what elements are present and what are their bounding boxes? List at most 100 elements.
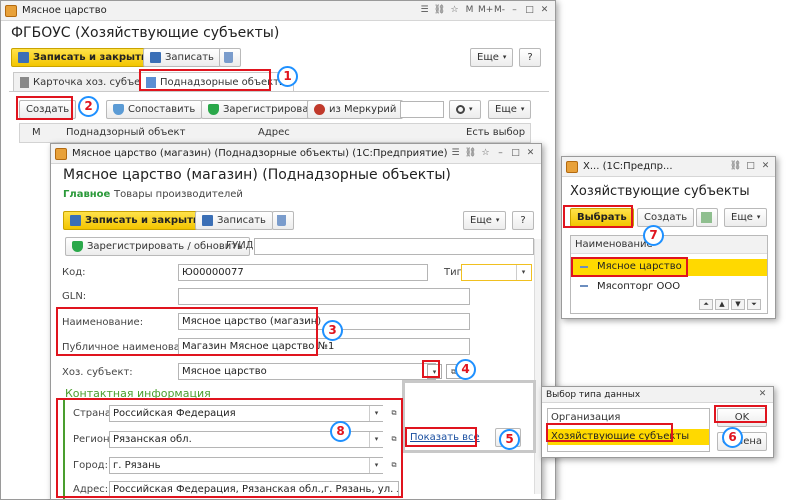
chevron-down-icon: ▾ <box>502 53 507 61</box>
menu-icon[interactable]: ☰ <box>449 147 462 160</box>
menu-icon[interactable]: ☰ <box>418 4 431 17</box>
minimize-icon[interactable]: – <box>494 147 507 160</box>
main-delete-button[interactable] <box>219 48 241 67</box>
app-icon <box>566 160 578 173</box>
compare-label: Сопоставить <box>128 104 196 115</box>
main-save-close-button[interactable]: Записать и закрыть <box>11 48 155 67</box>
table-header: М Поднадзорный объект Адрес Есть выбор <box>19 123 531 143</box>
column-header: М <box>32 127 41 138</box>
gln-field[interactable] <box>178 288 470 305</box>
main-help-button[interactable]: ? <box>519 48 541 67</box>
subjects-more-label: Еще <box>731 212 753 223</box>
main-more-label: Еще <box>477 52 499 63</box>
step-marker: 2 <box>78 96 99 117</box>
search-button[interactable]: ▾ <box>449 100 481 119</box>
subjects-title-controls: ⛓ □ ✕ <box>729 160 772 173</box>
guid-field[interactable] <box>254 238 534 255</box>
step-marker: 8 <box>330 421 351 442</box>
main-save-button[interactable]: Записать <box>143 48 221 67</box>
code-field[interactable]: Ю00000077 <box>178 264 428 281</box>
subjects-row[interactable]: Мясопторг ООО <box>571 278 767 295</box>
main-window-title: Мясное царство <box>22 5 107 16</box>
step-marker: 7 <box>643 225 664 246</box>
app-icon <box>5 4 17 17</box>
step-marker: 6 <box>722 427 743 448</box>
highlight-ok <box>714 405 767 423</box>
nav-goods[interactable]: Товары производителей <box>114 189 243 200</box>
nav-main[interactable]: Главное <box>63 189 110 200</box>
table-more-label: Еще <box>495 104 517 115</box>
close-icon[interactable]: ✕ <box>538 4 551 17</box>
object-title-bar: Мясное царство (магазин) (Поднадзорные о… <box>51 144 541 164</box>
subject-field[interactable]: Мясное царство <box>178 363 436 380</box>
subjects-create-button[interactable]: Создать <box>637 208 695 227</box>
search-icon <box>456 105 465 114</box>
highlight-objects-tab <box>139 69 271 91</box>
compare-button[interactable]: Сопоставить <box>106 100 203 119</box>
highlight-contacts <box>56 398 403 498</box>
shield-icon <box>113 104 124 115</box>
table-more-button[interactable]: Еще ▾ <box>488 100 532 119</box>
column-header: Поднадзорный объект <box>66 127 186 138</box>
maximize-icon[interactable]: □ <box>523 4 536 17</box>
step-marker: 3 <box>322 320 343 341</box>
down-icon[interactable]: ▼ <box>731 299 745 310</box>
step-marker: 1 <box>277 66 298 87</box>
item-icon <box>580 285 588 287</box>
link-icon[interactable]: ⛓ <box>729 160 742 173</box>
object-save-close-button[interactable]: Записать и закрыть <box>63 211 207 230</box>
last-page-icon[interactable]: ⏷ <box>747 299 761 310</box>
type-dropdown-icon[interactable]: ▾ <box>516 265 530 280</box>
main-search-input[interactable] <box>400 101 444 118</box>
highlight-dropdown <box>422 360 440 378</box>
register-update-button[interactable]: Зарегистрировать / обновить <box>65 237 250 256</box>
column-header: Адрес <box>258 127 290 138</box>
subjects-more-button[interactable]: Еще ▾ <box>724 208 768 227</box>
up-icon[interactable]: ▲ <box>715 299 729 310</box>
minimize-icon[interactable]: – <box>508 4 521 17</box>
register-update-label: Зарегистрировать / обновить <box>87 241 243 252</box>
memory-m-button[interactable]: M <box>463 4 476 17</box>
subjects-window: Х... (1С:Предпр... ⛓ □ ✕ Хозяйствующие с… <box>561 156 776 319</box>
memory-mplus-button[interactable]: M+ <box>478 4 493 17</box>
link-icon[interactable]: ⛓ <box>433 4 446 17</box>
object-delete-button[interactable] <box>272 211 294 230</box>
trash-icon <box>224 52 233 63</box>
star-icon[interactable]: ☆ <box>479 147 492 160</box>
chevron-down-icon: ▾ <box>756 213 761 221</box>
mercury-button[interactable]: из Меркурий <box>307 100 404 119</box>
subjects-row-label: Мясопторг ООО <box>597 281 681 292</box>
main-more-button[interactable]: Еще ▾ <box>470 48 514 67</box>
object-save-label: Записать <box>217 215 266 226</box>
maximize-icon[interactable]: □ <box>744 160 757 173</box>
type-dialog-title: Выбор типа данных <box>546 389 641 400</box>
chevron-down-icon: ▾ <box>520 105 525 113</box>
copy-button[interactable] <box>696 208 718 227</box>
save-icon <box>202 215 213 226</box>
highlight-type <box>546 423 673 442</box>
main-save-label: Записать <box>165 52 214 63</box>
step-marker: 4 <box>455 359 476 380</box>
tab-divider <box>9 91 549 92</box>
close-icon[interactable]: ✕ <box>759 160 772 173</box>
code-label: Код: <box>62 267 86 278</box>
object-save-close-label: Записать и закрыть <box>85 215 200 226</box>
close-icon[interactable]: ✕ <box>524 147 537 160</box>
star-icon[interactable]: ☆ <box>448 4 461 17</box>
object-more-button[interactable]: Еще ▾ <box>463 211 507 230</box>
object-save-button[interactable]: Записать <box>195 211 273 230</box>
register-label: Зарегистрировать <box>223 104 321 115</box>
type-option[interactable]: Организация <box>551 412 620 423</box>
subjects-window-title: Х... (1С:Предпр... <box>583 161 673 172</box>
trash-icon <box>277 215 286 226</box>
app-icon <box>55 147 67 160</box>
object-window-title: Мясное царство (магазин) (Поднадзорные о… <box>72 148 448 159</box>
save-icon <box>150 52 161 63</box>
first-page-icon[interactable]: ⏶ <box>699 299 713 310</box>
maximize-icon[interactable]: □ <box>509 147 522 160</box>
scrollbar[interactable] <box>534 239 541 494</box>
link-icon[interactable]: ⛓ <box>464 147 477 160</box>
memory-mminus-button[interactable]: M- <box>493 4 506 17</box>
close-icon[interactable]: ✕ <box>756 388 769 401</box>
object-help-button[interactable]: ? <box>512 211 534 230</box>
